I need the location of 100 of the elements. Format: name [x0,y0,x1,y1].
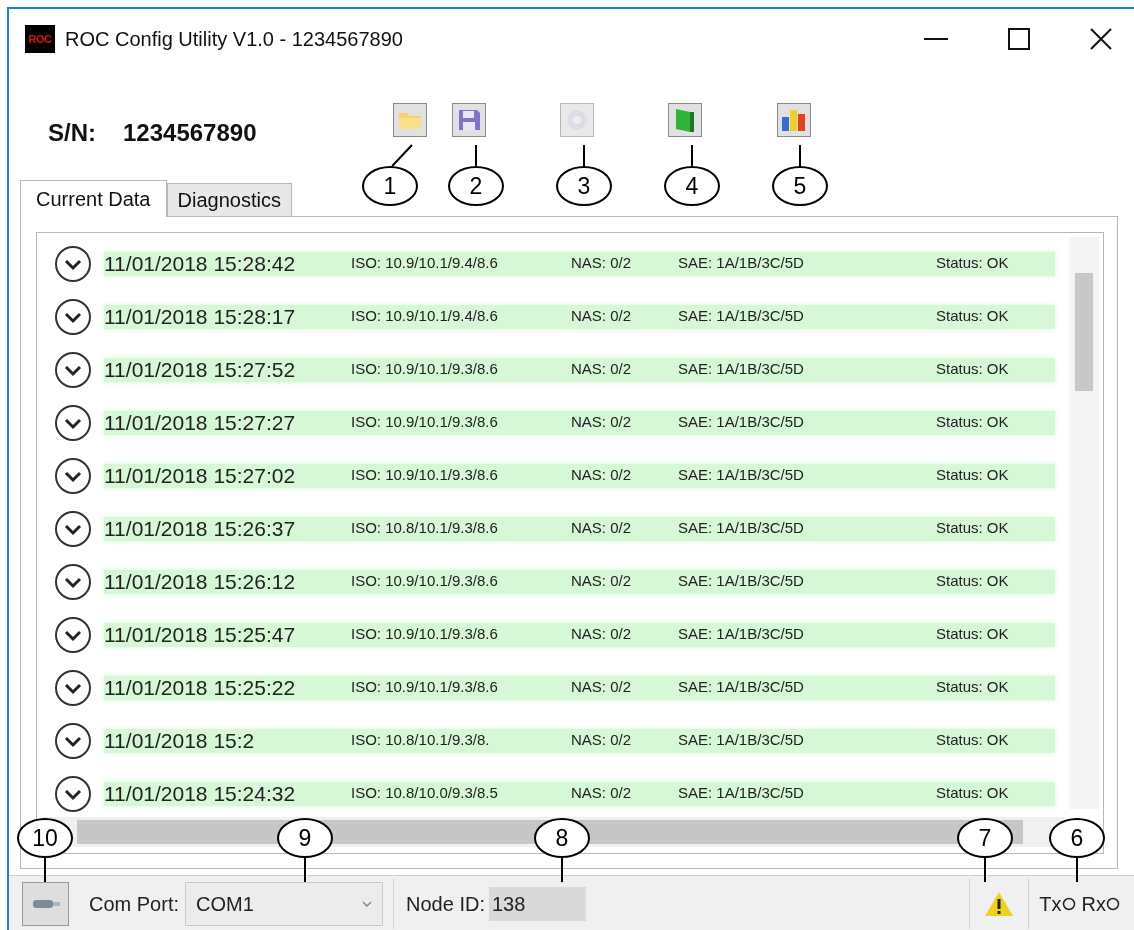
minimize-icon[interactable] [924,37,948,41]
nas-class: NAS: 0/2 [571,518,633,539]
connect-button[interactable] [22,882,69,926]
sae-class: SAE: 1A/1B/3C/5D [678,465,805,486]
leader-line [1076,857,1078,883]
expand-icon[interactable] [54,297,92,336]
indicator-lamp-icon [1061,897,1076,911]
book-icon [673,107,697,133]
nas-class: NAS: 0/2 [571,359,633,380]
leader-line [44,857,46,883]
record-status: Status: OK [936,359,1009,380]
nas-class: NAS: 0/2 [571,306,633,327]
caret-icon [362,901,373,907]
leader-line [583,144,585,167]
expand-icon[interactable] [54,403,92,442]
serial-number: 1234567890 [123,118,257,148]
iso-code: ISO: 10.8/10.0/9.3/8.5 [351,783,499,804]
row-highlight[interactable]: 11/01/2018 15:27:27 ISO: 10.9/10.1/9.3/8.6 NAS: 0/2 SAE: 1A/1B/3C/5D Status: OK [104,410,1055,435]
record-datetime: 11/01/2018 15:25:47 [104,621,297,648]
sae-class: SAE: 1A/1B/3C/5D [678,306,805,327]
row-highlight[interactable]: 11/01/2018 15:27:52 ISO: 10.9/10.1/9.3/8.6 NAS: 0/2 SAE: 1A/1B/3C/5D Status: OK [104,357,1055,382]
scrollbar-thumb[interactable] [1075,273,1093,391]
record-datetime: 11/01/2018 15:28:17 [104,303,297,330]
record-status: Status: OK [936,571,1009,592]
indicator-lamp-icon [1106,897,1120,911]
iso-code: ISO: 10.9/10.1/9.3/8.6 [351,359,499,380]
sae-class: SAE: 1A/1B/3C/5D [678,783,805,804]
iso-code: ISO: 10.9/10.1/9.4/8.6 [351,306,499,327]
record-datetime: 11/01/2018 15:27:52 [104,356,297,383]
iso-code: ISO: 10.9/10.1/9.3/8.6 [351,465,499,486]
row-highlight[interactable]: 11/01/2018 15:24:32 ISO: 10.8/10.0/9.3/8.5 NAS: 0/2 SAE: 1A/1B/3C/5D Status: OK [104,781,1055,806]
sae-class: SAE: 1A/1B/3C/5D [678,518,805,539]
record-status: Status: OK [936,253,1009,274]
row-highlight[interactable]: 11/01/2018 15:28:17 ISO: 10.9/10.1/9.4/8.6 NAS: 0/2 SAE: 1A/1B/3C/5D Status: OK [104,304,1055,329]
row-highlight[interactable]: 11/01/2018 15:26:12 ISO: 10.9/10.1/9.3/8.6 NAS: 0/2 SAE: 1A/1B/3C/5D Status: OK [104,569,1055,594]
nas-class: NAS: 0/2 [571,571,633,592]
record-status: Status: OK [936,730,1009,751]
nas-class: NAS: 0/2 [571,677,633,698]
row-highlight[interactable]: 11/01/2018 15:27:02 ISO: 10.9/10.1/9.3/8.6 NAS: 0/2 SAE: 1A/1B/3C/5D Status: OK [104,463,1055,488]
expand-icon[interactable] [54,244,92,283]
row-highlight[interactable]: 11/01/2018 15:26:37 ISO: 10.8/10.1/9.3/8.6 NAS: 0/2 SAE: 1A/1B/3C/5D Status: OK [104,516,1055,541]
leader-line [799,144,801,167]
record-status: Status: OK [936,465,1009,486]
record-status: Status: OK [936,518,1009,539]
record-datetime: 11/01/2018 15:26:37 [104,515,297,542]
cable-icon [30,897,61,911]
expand-icon[interactable] [54,721,92,760]
row-highlight[interactable]: 11/01/2018 15:2 ISO: 10.8/10.1/9.3/8. NAS: 0/2 SAE: 1A/1B/3C/5D Status: OK [104,728,1055,753]
record-datetime: 11/01/2018 15:28:42 [104,250,297,277]
record-datetime: 11/01/2018 15:27:27 [104,409,297,436]
record-datetime: 11/01/2018 15:26:12 [104,568,297,595]
expand-icon[interactable] [54,774,92,813]
leader-line [691,144,693,167]
sae-class: SAE: 1A/1B/3C/5D [678,412,805,433]
window-title: ROC Config Utility V1.0 - 1234567890 [65,27,403,52]
record-datetime: 11/01/2018 15:24:32 [104,780,297,807]
vertical-scrollbar[interactable] [1069,237,1099,809]
toolbar-button[interactable] [393,103,427,137]
sae-class: SAE: 1A/1B/3C/5D [678,677,805,698]
expand-icon[interactable] [54,615,92,654]
tab[interactable]: Current Data [20,180,167,217]
nas-class: NAS: 0/2 [571,783,633,804]
toolbar-button[interactable] [777,103,811,137]
leader-line [304,857,306,883]
row-highlight[interactable]: 11/01/2018 15:25:47 ISO: 10.9/10.1/9.3/8.6 NAS: 0/2 SAE: 1A/1B/3C/5D Status: OK [104,622,1055,647]
sae-class: SAE: 1A/1B/3C/5D [678,253,805,274]
expand-icon[interactable] [54,350,92,389]
warning-icon [984,891,1015,917]
toolbar-button[interactable] [452,103,486,137]
tab[interactable]: Diagnostics [166,183,292,216]
rx-label: Rx [1081,892,1106,917]
nas-class: NAS: 0/2 [571,730,633,751]
record-datetime: 11/01/2018 15:2 [104,727,256,754]
nas-class: NAS: 0/2 [571,624,633,645]
iso-code: ISO: 10.8/10.1/9.3/8. [351,730,491,751]
node-id-label: Node ID: [406,892,485,917]
record-status: Status: OK [936,624,1009,645]
nas-class: NAS: 0/2 [571,412,633,433]
iso-code: ISO: 10.8/10.1/9.3/8.6 [351,518,499,539]
expand-icon[interactable] [54,509,92,548]
leader-line [391,144,413,167]
expand-icon[interactable] [54,668,92,707]
row-highlight[interactable]: 11/01/2018 15:25:22 ISO: 10.9/10.1/9.3/8.6 NAS: 0/2 SAE: 1A/1B/3C/5D Status: OK [104,675,1055,700]
close-icon[interactable] [1090,28,1112,50]
record-datetime: 11/01/2018 15:27:02 [104,462,297,489]
iso-code: ISO: 10.9/10.1/9.3/8.6 [351,677,499,698]
sae-class: SAE: 1A/1B/3C/5D [678,359,805,380]
serial-label: S/N: [48,118,96,148]
iso-code: ISO: 10.9/10.1/9.3/8.6 [351,624,499,645]
com-port-dropdown[interactable]: COM1 [185,882,384,926]
app-logo: ROC [25,25,55,53]
bar-chart-icon [781,108,807,132]
toolbar-button[interactable] [668,103,702,137]
expand-icon[interactable] [54,456,92,495]
row-highlight[interactable]: 11/01/2018 15:28:42 ISO: 10.9/10.1/9.4/8.6 NAS: 0/2 SAE: 1A/1B/3C/5D Status: OK [104,251,1055,276]
leader-line [475,144,477,167]
maximize-icon[interactable] [1008,28,1030,50]
node-id-field[interactable]: 138 [488,887,586,921]
expand-icon[interactable] [54,562,92,601]
com-port-label: Com Port: [89,892,180,917]
